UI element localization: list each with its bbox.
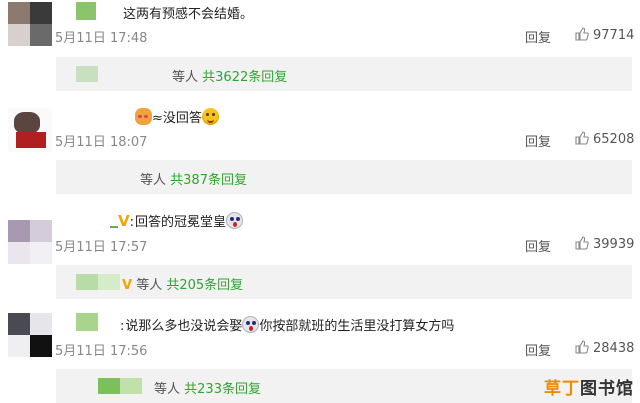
like-count: 39939 bbox=[593, 237, 635, 252]
like-button[interactable]: 97714 bbox=[575, 27, 634, 43]
smirk-emoji-icon bbox=[201, 108, 219, 125]
comment-text: V:回答的冠冕堂皇 bbox=[118, 211, 244, 230]
sub-reply-box: 等人 共387条回复 bbox=[56, 160, 632, 194]
thumbs-up-icon bbox=[575, 27, 589, 41]
comment-time: 5月11日 17:57 bbox=[55, 240, 148, 255]
like-button[interactable]: 28438 bbox=[575, 340, 634, 356]
scared-emoji-icon bbox=[242, 316, 260, 333]
nickname[interactable] bbox=[76, 313, 98, 331]
comment-text: :说那么多也没说会娶 你按部就班的生活里没打算女方吗 bbox=[120, 315, 454, 334]
nickname[interactable] bbox=[110, 226, 118, 228]
watermark-logo: 草丁 图书馆 bbox=[544, 379, 634, 399]
scared-emoji-icon bbox=[226, 212, 244, 229]
nickname[interactable] bbox=[76, 2, 96, 20]
avatar[interactable] bbox=[8, 2, 52, 46]
view-replies-link[interactable]: 共3622条回复 bbox=[202, 70, 287, 85]
view-replies-link[interactable]: 共205条回复 bbox=[166, 278, 243, 293]
thumbs-up-icon bbox=[575, 340, 589, 354]
avatar[interactable] bbox=[8, 108, 52, 152]
comment-text: 这两有预感不会结婚。 bbox=[123, 7, 254, 22]
thumbs-up-icon bbox=[575, 131, 589, 145]
reply-button[interactable]: 回复 bbox=[525, 340, 551, 359]
avatar[interactable] bbox=[8, 220, 52, 264]
avatar[interactable] bbox=[8, 313, 52, 357]
sub-reply-box: V 等人 共205条回复 bbox=[56, 265, 632, 299]
reply-button[interactable]: 回复 bbox=[525, 131, 551, 150]
blush-emoji-icon bbox=[135, 108, 152, 125]
sub-reply-box: 等人 共3622条回复 bbox=[56, 57, 632, 91]
verified-badge-icon: V bbox=[122, 278, 133, 293]
like-button[interactable]: 39939 bbox=[575, 236, 634, 252]
comment-text: ≈没回答 bbox=[135, 107, 219, 126]
like-button[interactable]: 65208 bbox=[575, 131, 634, 147]
verified-badge-icon: V bbox=[118, 212, 130, 230]
sub-reply-users: 等人 bbox=[140, 173, 167, 188]
view-replies-link[interactable]: 共233条回复 bbox=[184, 382, 261, 397]
reply-button[interactable]: 回复 bbox=[525, 27, 551, 46]
sub-reply-users: 等人 bbox=[136, 278, 163, 293]
like-count: 97714 bbox=[593, 28, 635, 43]
view-replies-link[interactable]: 共387条回复 bbox=[170, 173, 247, 188]
like-count: 28438 bbox=[593, 341, 635, 356]
like-count: 65208 bbox=[593, 132, 635, 147]
thumbs-up-icon bbox=[575, 236, 589, 250]
comment-time: 5月11日 17:48 bbox=[55, 31, 148, 46]
comment-time: 5月11日 17:56 bbox=[55, 344, 148, 359]
sub-reply-users: 等人 bbox=[172, 70, 199, 85]
reply-button[interactable]: 回复 bbox=[525, 236, 551, 255]
sub-reply-users: 等人 bbox=[154, 382, 181, 397]
comment-time: 5月11日 18:07 bbox=[55, 135, 148, 150]
